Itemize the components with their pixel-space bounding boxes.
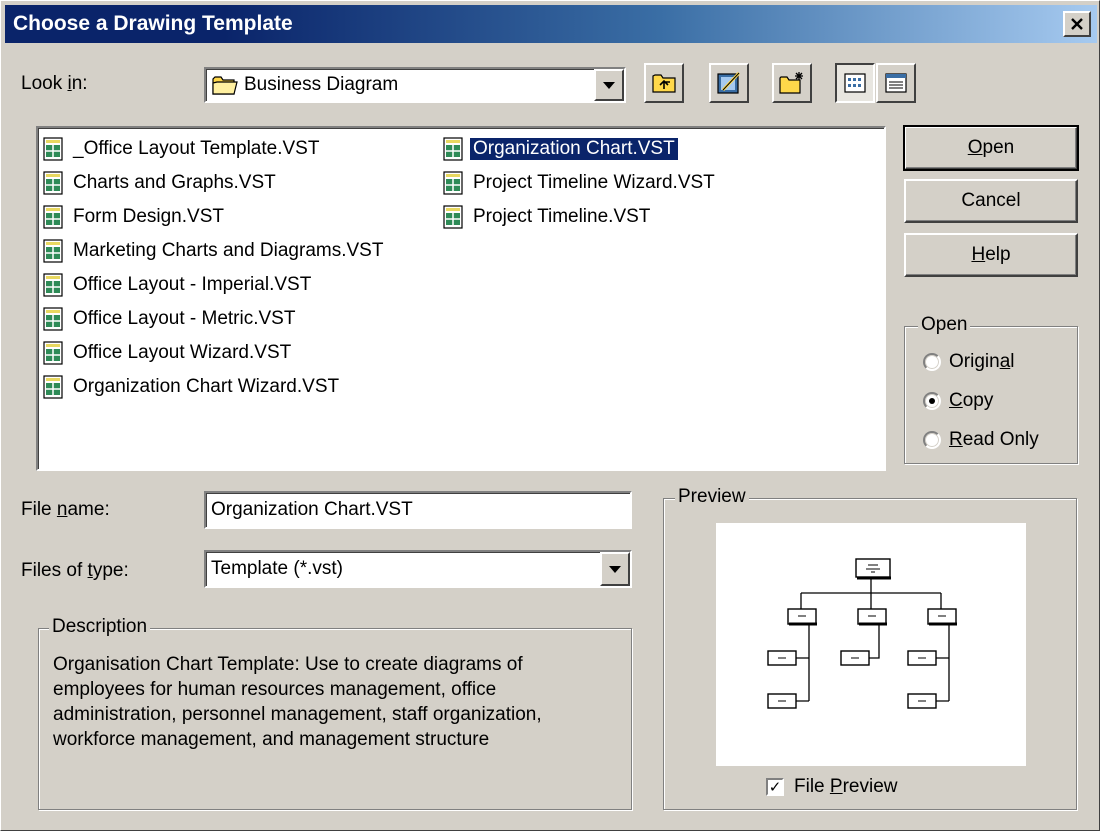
look-in-combo[interactable]: Business Diagram xyxy=(204,67,626,103)
preview-title: Preview xyxy=(675,486,749,508)
file-list-item[interactable]: Office Layout Wizard.VST xyxy=(42,338,294,368)
file-name-text: Office Layout - Metric.VST xyxy=(73,308,296,329)
file-name-label: File name: xyxy=(21,499,110,520)
file-list-item[interactable]: _Office Layout Template.VST xyxy=(42,134,322,164)
file-name-text: Organization Chart.VST xyxy=(469,137,679,161)
folder-icon xyxy=(212,76,238,95)
look-in-dropdown-button[interactable] xyxy=(594,69,624,101)
file-name-text: _Office Layout Template.VST xyxy=(73,138,320,159)
file-list-item[interactable]: Organization Chart.VST xyxy=(442,134,679,164)
help-button[interactable]: Help xyxy=(904,233,1078,277)
template-file-icon xyxy=(43,239,63,263)
radio-button-icon[interactable] xyxy=(923,392,941,410)
open-mode-label: Copy xyxy=(949,390,994,411)
open-mode-radio[interactable]: Original xyxy=(923,351,1015,373)
details-view-button[interactable] xyxy=(876,63,916,103)
template-file-icon xyxy=(443,171,463,195)
details-view-icon xyxy=(885,73,907,93)
choose-template-dialog: Choose a Drawing Template Look in: Busin… xyxy=(0,0,1100,831)
cancel-button[interactable]: Cancel xyxy=(904,179,1078,223)
template-file-icon xyxy=(43,375,63,399)
web-search-icon xyxy=(717,71,741,94)
template-file-icon xyxy=(43,273,63,297)
file-list[interactable]: _Office Layout Template.VST Charts and Gr… xyxy=(36,126,886,471)
org-chart-thumbnail xyxy=(767,558,957,709)
checkbox-box[interactable]: ✓ xyxy=(766,778,784,796)
open-mode-radio[interactable]: Copy xyxy=(923,390,993,412)
files-of-type-combo[interactable]: Template (*.vst) xyxy=(204,550,632,588)
open-mode-title: Open xyxy=(918,314,971,336)
up-one-level-icon xyxy=(652,74,676,93)
look-in-value: Business Diagram xyxy=(244,74,399,95)
file-list-item[interactable]: Organization Chart Wizard.VST xyxy=(42,372,342,402)
file-name-value: Organization Chart.VST xyxy=(211,499,413,520)
description-title: Description xyxy=(49,616,151,638)
open-button[interactable]: Open xyxy=(903,125,1079,171)
files-of-type-label: Files of type: xyxy=(21,560,129,581)
file-list-item[interactable]: Marketing Charts and Diagrams.VST xyxy=(42,236,386,266)
open-mode-label: Read Only xyxy=(949,429,1039,450)
open-mode-radio[interactable]: Read Only xyxy=(923,429,1039,451)
template-file-icon xyxy=(443,205,463,229)
file-name-text: Marketing Charts and Diagrams.VST xyxy=(73,240,384,261)
file-name-text: Charts and Graphs.VST xyxy=(73,172,276,193)
template-file-icon xyxy=(43,171,63,195)
file-name-text: Office Layout - Imperial.VST xyxy=(73,274,312,295)
files-of-type-dropdown-button[interactable] xyxy=(600,552,630,586)
file-preview-checkbox[interactable]: ✓ File Preview xyxy=(766,776,898,798)
look-in-label: Look in: xyxy=(21,73,88,94)
template-file-icon xyxy=(43,205,63,229)
radio-button-icon[interactable] xyxy=(923,431,941,449)
file-name-input[interactable]: Organization Chart.VST xyxy=(204,491,632,529)
file-name-text: Project Timeline.VST xyxy=(473,206,651,227)
template-file-icon xyxy=(43,137,63,161)
radio-button-icon[interactable] xyxy=(923,353,941,371)
chevron-down-icon xyxy=(609,565,621,573)
file-list-item[interactable]: Project Timeline Wizard.VST xyxy=(442,168,718,198)
file-list-item[interactable]: Office Layout - Imperial.VST xyxy=(42,270,314,300)
title-bar[interactable]: Choose a Drawing Template xyxy=(5,5,1097,43)
file-list-item[interactable]: Form Design.VST xyxy=(42,202,227,232)
files-of-type-value: Template (*.vst) xyxy=(211,558,343,579)
close-icon xyxy=(1071,18,1083,30)
file-list-item[interactable]: Office Layout - Metric.VST xyxy=(42,304,298,334)
file-name-text: Organization Chart Wizard.VST xyxy=(73,376,340,397)
up-one-level-button[interactable] xyxy=(644,63,684,103)
create-new-folder-icon xyxy=(779,72,803,94)
file-name-text: Office Layout Wizard.VST xyxy=(73,342,292,363)
file-preview-label: File Preview xyxy=(794,776,898,797)
file-name-text: Project Timeline Wizard.VST xyxy=(473,172,715,193)
description-text: Organisation Chart Template: Use to crea… xyxy=(53,654,542,750)
web-search-button[interactable] xyxy=(709,63,749,103)
preview-image xyxy=(716,523,1026,766)
dialog-title: Choose a Drawing Template xyxy=(13,12,293,35)
open-mode-label: Original xyxy=(949,351,1015,372)
file-name-text: Form Design.VST xyxy=(73,206,224,227)
checkmark-icon: ✓ xyxy=(768,778,782,796)
close-button[interactable] xyxy=(1063,11,1091,37)
template-file-icon xyxy=(443,137,463,161)
template-file-icon xyxy=(43,307,63,331)
file-list-item[interactable]: Charts and Graphs.VST xyxy=(42,168,279,198)
file-list-item[interactable]: Project Timeline.VST xyxy=(442,202,653,232)
chevron-down-icon xyxy=(603,81,615,89)
list-view-button[interactable] xyxy=(835,63,875,103)
template-file-icon xyxy=(43,341,63,365)
list-view-icon xyxy=(844,73,866,93)
create-new-folder-button[interactable] xyxy=(772,63,812,103)
